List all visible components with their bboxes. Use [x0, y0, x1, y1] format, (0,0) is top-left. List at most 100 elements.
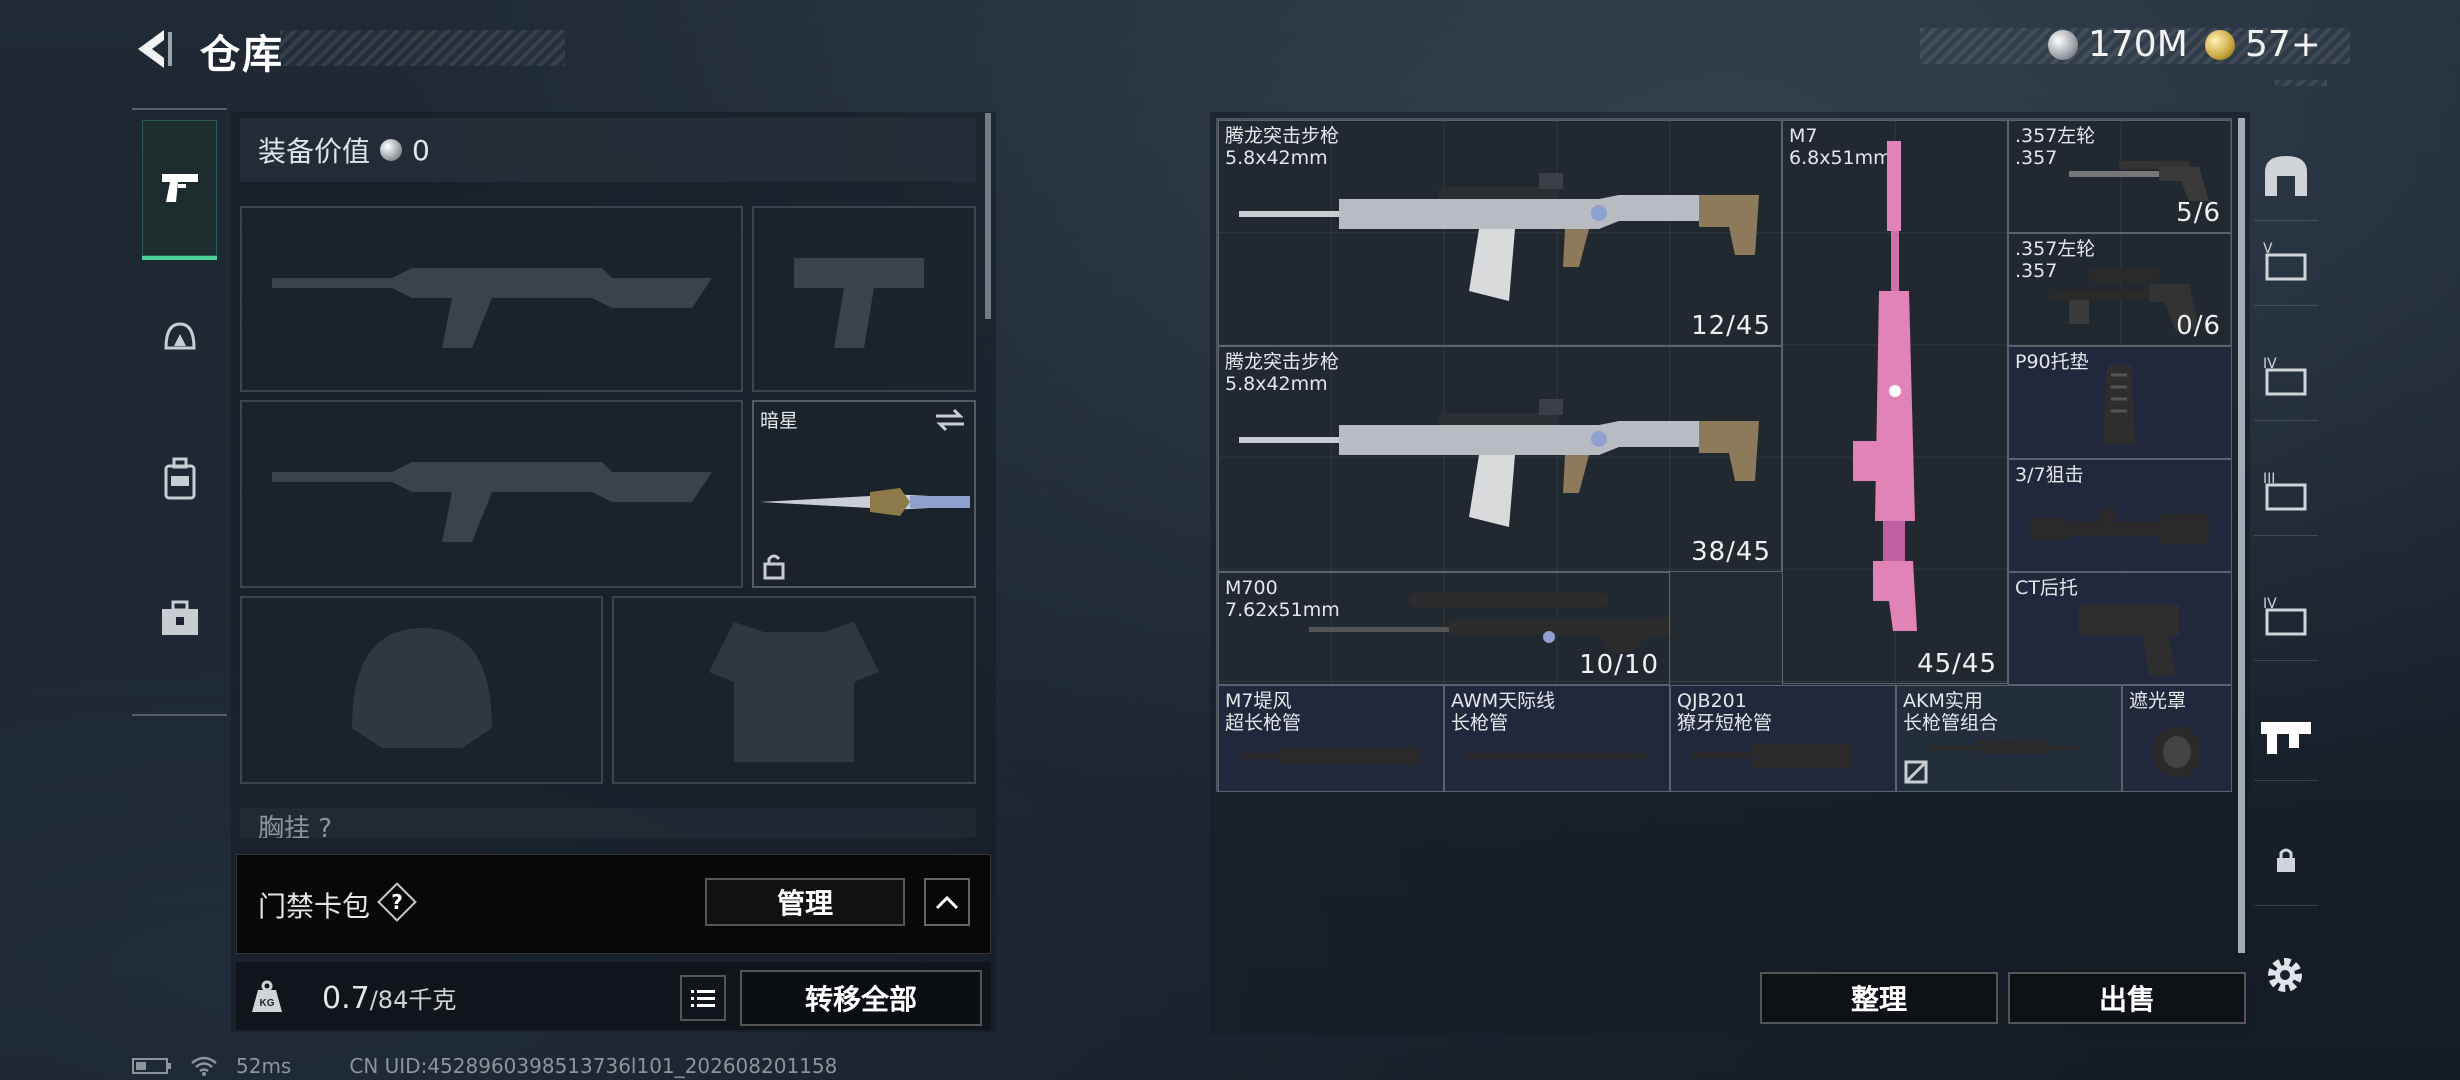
weight-readout: 0.7/84千克 — [322, 980, 456, 1016]
pistol-icon — [161, 174, 198, 202]
nav-toolbox[interactable] — [142, 550, 217, 686]
assault-rifle-icon — [1239, 399, 1759, 527]
item-name: AWM天际线 长枪管 — [1451, 690, 1556, 734]
knife-icon — [760, 488, 970, 516]
nav-backpack[interactable] — [142, 410, 217, 546]
secondary-weapon-slot[interactable] — [240, 400, 743, 588]
manage-button[interactable]: 管理 — [705, 878, 905, 926]
pistol-silhouette-icon — [794, 258, 924, 348]
pink-rifle-icon — [1853, 141, 1917, 631]
melee-name: 暗星 — [760, 410, 799, 432]
status-bar: 52ms CN UID:4528960398513736l101_2026082… — [132, 1054, 837, 1078]
lock-icon — [763, 554, 785, 580]
warehouse-icon — [2265, 156, 2307, 196]
barrel-icon — [1465, 753, 1645, 759]
storage-item-tenglong-rifle-2[interactable]: 腾龙突击步枪 5.8x42mm 38/45 — [1218, 346, 1782, 572]
nav-helmet[interactable] — [142, 270, 217, 406]
list-icon — [691, 990, 715, 1007]
svg-text:KG: KG — [260, 998, 275, 1009]
ping-text: 52ms — [236, 1054, 292, 1078]
vest-silhouette-icon — [709, 622, 879, 762]
helmet-slot[interactable] — [240, 596, 603, 784]
storage-tab-attachments[interactable] — [2254, 690, 2318, 781]
weight-current: 0.7 — [322, 981, 370, 1016]
storage-tab-locked[interactable] — [2254, 815, 2318, 906]
storage-item-357-revolver-2[interactable]: .357左轮 .357 0/6 — [2008, 233, 2232, 346]
page-title: 仓库 — [200, 32, 284, 78]
storage-4-icon: IV — [2263, 356, 2307, 396]
storage-item-p90-pad[interactable]: P90托垫 — [2008, 346, 2232, 459]
equipment-value-bar: 装备价值 0 — [240, 118, 976, 182]
storage-item-357-revolver-1[interactable]: .357左轮 .357 5/6 — [2008, 120, 2232, 233]
storage-item-awm-barrel[interactable]: AWM天际线 长枪管 — [1444, 685, 1670, 792]
storage-tab-5[interactable]: V — [2254, 215, 2318, 306]
scope-icon — [2029, 508, 2209, 544]
small-hatch — [2275, 80, 2327, 86]
access-card-label: 门禁卡包 — [258, 890, 371, 923]
silver-currency-value: 170M — [2088, 24, 2188, 65]
uid-text: CN UID:4528960398513736l101_202608201158 — [349, 1054, 838, 1078]
storage-item-tenglong-rifle-1[interactable]: 腾龙突击步枪 5.8x42mm 12/45 — [1218, 120, 1782, 346]
barrel-icon — [1239, 747, 1419, 765]
list-view-button[interactable] — [680, 975, 726, 1021]
sort-button[interactable]: 整理 — [1760, 972, 1998, 1024]
storage-5-icon: V — [2263, 241, 2307, 281]
item-name: M7堤风 超长枪管 — [1225, 690, 1302, 734]
lock-icon — [2277, 848, 2295, 872]
storage-tab-4b[interactable]: IV — [2254, 570, 2318, 661]
gear-icon — [2268, 958, 2302, 992]
rifle-silhouette-icon — [272, 462, 712, 542]
silver-currency[interactable]: 170M — [2048, 24, 2188, 65]
gold-currency[interactable]: 57+ — [2205, 24, 2321, 65]
sidearm-slot[interactable] — [752, 206, 976, 392]
rifle-silhouette-icon — [272, 268, 712, 348]
back-arrow-icon[interactable] — [130, 26, 176, 72]
item-name: QJB201 獠牙短枪管 — [1677, 690, 1773, 734]
battery-icon — [132, 1058, 171, 1074]
melee-slot[interactable]: 暗星 — [752, 400, 976, 588]
storage-item-scope[interactable]: 3/7狙击 — [2008, 459, 2232, 572]
storage-item-ct-stock[interactable]: CT后托 — [2008, 572, 2232, 685]
chest-rig-label: 胸挂 — [258, 814, 311, 838]
storage-grid: 腾龙突击步枪 5.8x42mm 12/45 M7 6.8x51mm 45/45 — [1216, 118, 2232, 792]
backpack-icon — [164, 457, 195, 500]
settings-button[interactable] — [2262, 952, 2308, 998]
attachment-icon — [2261, 722, 2311, 754]
storage-item-lens-hood[interactable]: 遮光罩 — [2122, 685, 2232, 792]
transfer-all-button[interactable]: 转移全部 — [740, 970, 982, 1026]
item-count: 10/10 — [1579, 650, 1659, 680]
title-hatch-decoration — [280, 30, 565, 66]
barrel-icon — [1691, 744, 1851, 768]
storage-item-qjb201-barrel[interactable]: QJB201 獠牙短枪管 — [1670, 685, 1896, 792]
lens-hood-icon — [2153, 726, 2201, 778]
storage-3-icon: III — [2263, 471, 2307, 511]
storage-4-icon: IV — [2263, 596, 2307, 636]
nav-weapons[interactable] — [142, 120, 217, 260]
weight-max: /84千克 — [369, 986, 457, 1014]
item-count: 5/6 — [2176, 198, 2221, 228]
left-category-nav — [132, 108, 227, 716]
storage-tab-4a[interactable]: IV — [2254, 330, 2318, 421]
storage-item-akm-barrel[interactable]: AKM实用 长枪管组合 — [1896, 685, 2122, 792]
primary-weapon-slot[interactable] — [240, 206, 743, 392]
storage-tab-main[interactable] — [2254, 130, 2318, 221]
chest-rig-help[interactable]: ? — [318, 814, 332, 838]
gold-currency-value: 57+ — [2245, 24, 2321, 65]
unavailable-icon — [1904, 760, 1928, 784]
helmet-silhouette-icon — [352, 628, 492, 748]
storage-item-m7-barrel[interactable]: M7堤风 超长枪管 — [1218, 685, 1444, 792]
equipment-scrollbar[interactable] — [985, 113, 991, 319]
assault-rifle-icon — [1239, 173, 1759, 301]
storage-tab-3[interactable]: III — [2254, 445, 2318, 536]
storage-item-m700[interactable]: M700 7.62x51mm 10/10 — [1218, 572, 1670, 685]
item-count: 45/45 — [1917, 649, 1997, 679]
silver-coin-icon — [380, 139, 403, 161]
expand-button[interactable] — [924, 878, 970, 926]
sell-button[interactable]: 出售 — [2008, 972, 2246, 1024]
storage-scrollbar[interactable] — [2238, 118, 2245, 953]
swap-icon[interactable] — [934, 408, 966, 432]
storage-item-m7[interactable]: M7 6.8x51mm 45/45 — [1782, 120, 2008, 684]
armor-slot[interactable] — [612, 596, 976, 784]
barrel-icon — [1927, 740, 2077, 754]
item-count: 0/6 — [2176, 311, 2221, 341]
